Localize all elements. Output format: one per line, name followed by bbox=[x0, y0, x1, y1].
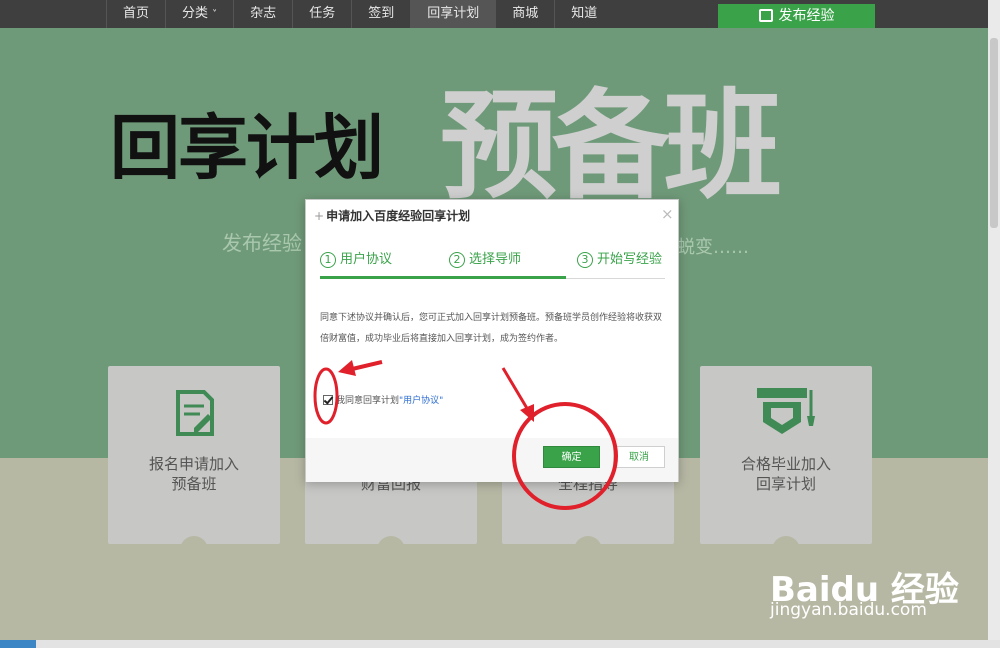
edit-icon bbox=[758, 9, 773, 22]
step-user-agreement: 1 用户协议 bbox=[320, 248, 392, 268]
scrollbar-thumb[interactable] bbox=[990, 38, 998, 228]
hero-subtitle-right: 蜕变…… bbox=[677, 237, 749, 258]
dialog-title-text: 申请加入百度经验回享计划 bbox=[326, 209, 471, 223]
card-graduate-line1: 合格毕业加入 bbox=[740, 455, 831, 473]
nav-category-label: 分类 bbox=[182, 6, 209, 21]
dialog-title: + 申请加入百度经验回享计划 bbox=[314, 207, 470, 224]
plus-icon: + bbox=[314, 209, 325, 223]
top-nav-bar: 首页 分类 ˅ 杂志 任务 签到 回享计划 商城 知道 发布经验 bbox=[0, 0, 988, 28]
step-indicator: 1 用户协议 2 选择导师 3 开始写经验 bbox=[320, 244, 665, 284]
publish-label: 发布经验 bbox=[778, 8, 835, 24]
user-agreement-link[interactable]: "用户协议" bbox=[399, 393, 443, 406]
bottom-taskbar bbox=[0, 640, 1000, 648]
step-number: 3 bbox=[577, 252, 593, 268]
card-notch bbox=[377, 536, 405, 552]
baidu-jingyan-watermark: Baidu 经验 jingyan.baidu.com bbox=[770, 560, 980, 632]
card-graduate[interactable]: 合格毕业加入 回享计划 bbox=[700, 366, 872, 552]
card-apply-line2: 预备班 bbox=[171, 475, 217, 493]
graduation-cap-icon bbox=[757, 388, 815, 434]
card-notch bbox=[574, 536, 602, 552]
nav-tasks[interactable]: 任务 bbox=[292, 0, 351, 28]
step-choose-mentor: 2 选择导师 bbox=[449, 248, 521, 268]
hero-title-black: 回享计划 bbox=[110, 106, 384, 189]
confirm-button[interactable]: 确定 bbox=[543, 446, 600, 468]
nav-magazine[interactable]: 杂志 bbox=[233, 0, 292, 28]
nav-home[interactable]: 首页 bbox=[106, 0, 165, 28]
step-start-writing: 3 开始写经验 bbox=[577, 248, 662, 268]
card-apply-line1: 报名申请加入 bbox=[148, 455, 239, 473]
publish-experience-button[interactable]: 发布经验 bbox=[718, 4, 875, 28]
card-graduate-line2: 回享计划 bbox=[755, 475, 816, 493]
hero-subtitle-left: 发布经验 bbox=[222, 231, 302, 255]
hero-title-gray: 预备班 bbox=[440, 76, 782, 215]
cancel-button[interactable]: 取消 bbox=[613, 446, 665, 468]
step-label: 用户协议 bbox=[340, 252, 393, 267]
nav-zhidao[interactable]: 知道 bbox=[554, 0, 613, 28]
nav-store[interactable]: 商城 bbox=[495, 0, 554, 28]
main-nav: 首页 分类 ˅ 杂志 任务 签到 回享计划 商城 知道 bbox=[106, 0, 613, 28]
watermark-url: jingyan.baidu.com bbox=[770, 600, 927, 620]
agreement-description: 同意下述协议并确认后，您可正式加入回享计划预备班。预备班学员创作经验将收获双倍财… bbox=[320, 313, 663, 344]
card-notch bbox=[180, 536, 208, 552]
step-label: 选择导师 bbox=[469, 252, 522, 267]
card-notch bbox=[772, 536, 800, 552]
taskbar-tab[interactable] bbox=[0, 640, 36, 648]
step-label: 开始写经验 bbox=[597, 252, 663, 267]
agree-row: 我同意回享计划 "用户协议" bbox=[323, 393, 443, 406]
document-edit-icon bbox=[176, 390, 214, 436]
nav-checkin[interactable]: 签到 bbox=[351, 0, 410, 28]
step-number: 1 bbox=[320, 252, 336, 268]
step-number: 2 bbox=[449, 252, 465, 268]
nav-huixiang-plan[interactable]: 回享计划 bbox=[410, 0, 496, 28]
step-progress bbox=[320, 276, 566, 279]
chevron-down-icon: ˅ bbox=[212, 9, 218, 20]
card-apply[interactable]: 报名申请加入 预备班 bbox=[108, 366, 280, 552]
apply-dialog: + 申请加入百度经验回享计划 × 1 用户协议 2 选择导师 3 开始写经验 同意下述协… bbox=[305, 199, 679, 482]
agree-label: 我同意回享计划 bbox=[336, 396, 400, 406]
close-icon[interactable]: × bbox=[661, 205, 674, 223]
agree-checkbox[interactable] bbox=[323, 394, 333, 405]
nav-category[interactable]: 分类 ˅ bbox=[165, 0, 233, 28]
